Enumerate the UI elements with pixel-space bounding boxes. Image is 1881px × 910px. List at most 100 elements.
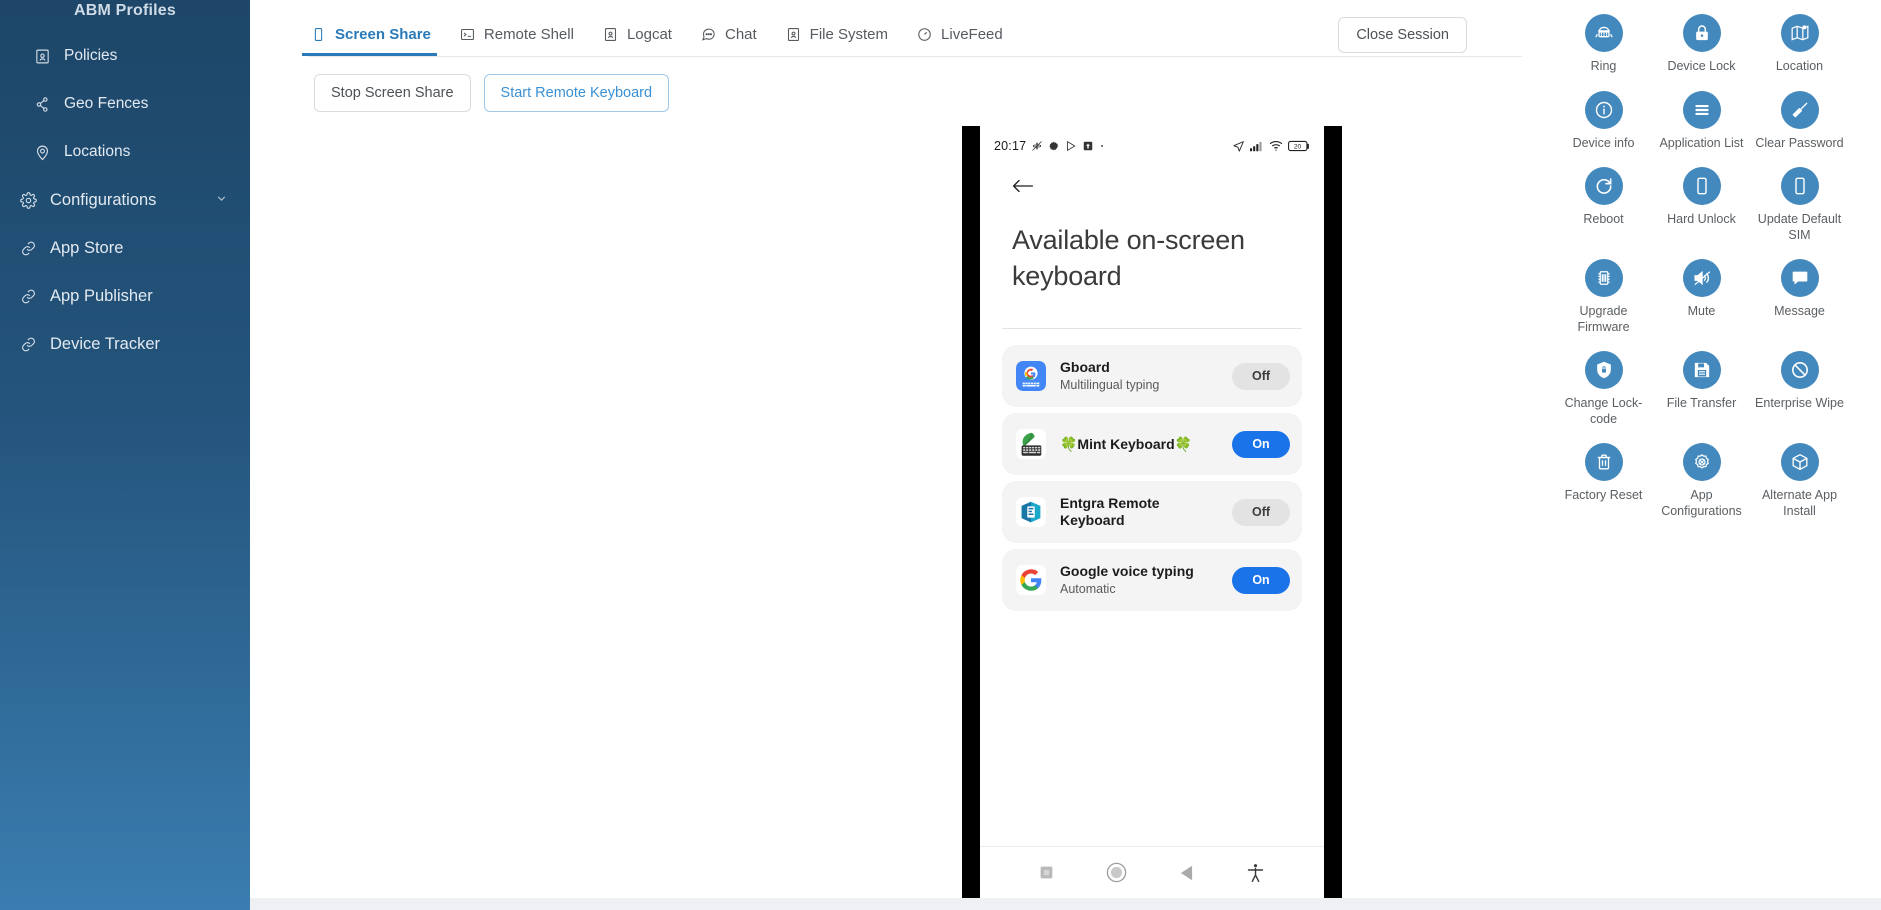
action-message[interactable]: Message [1753, 259, 1847, 335]
close-session-button[interactable]: Close Session [1338, 17, 1467, 53]
keyboard-toggle[interactable]: Off [1232, 498, 1290, 526]
action-app-configurations[interactable]: App Configurations [1655, 443, 1749, 519]
status-dot [1101, 145, 1104, 147]
action-file-transfer[interactable]: File Transfer [1655, 351, 1749, 427]
action-device-info[interactable]: Device info [1557, 90, 1651, 152]
battery-icon: 20 [1288, 140, 1310, 152]
action-label: Device info [1572, 135, 1635, 150]
sidebar: ABM Profiles Policies Geo Fences Locatio… [0, 0, 250, 910]
action-ring[interactable]: Ring [1557, 14, 1651, 75]
screen-share-controls: Stop Screen Share Start Remote Keyboard [250, 56, 1522, 112]
back-triangle-icon[interactable] [1179, 865, 1194, 881]
recents-square-icon[interactable] [1040, 866, 1053, 879]
action-device-lock[interactable]: Device Lock [1655, 14, 1749, 75]
action-alternate-app-install[interactable]: Alternate App Install [1753, 443, 1847, 519]
sidebar-item-device-tracker[interactable]: Device Tracker [0, 320, 250, 368]
device-actions-grid: Ring Device Lock Location Device info Ap… [1557, 14, 1847, 519]
action-label: Ring [1590, 59, 1617, 73]
action-mute[interactable]: Mute [1655, 259, 1749, 335]
action-label: Reboot [1583, 212, 1624, 226]
tab-label: Screen Share [335, 26, 431, 43]
action-label: Location [1775, 59, 1824, 73]
sidebar-header: ABM Profiles [74, 2, 176, 19]
list-item[interactable]: 🍀Mint Keyboard🍀 On [1002, 413, 1302, 475]
device-actions-panel: Ring Device Lock Location Device info Ap… [1522, 0, 1881, 898]
gear-icon [1048, 140, 1060, 152]
keyboard-texts: Entgra Remote Keyboard [1060, 495, 1218, 529]
tab-logcat[interactable]: Logcat [600, 26, 688, 56]
action-reboot[interactable]: Reboot [1557, 167, 1651, 243]
phone-status-bar: 20:17 20 [980, 133, 1324, 159]
list-item[interactable]: Gboard Multilingual typing Off [1002, 345, 1302, 407]
arrow-left-icon [1012, 179, 1034, 199]
tab-file-system[interactable]: File System [783, 26, 904, 56]
battery-level-text: 20 [1294, 144, 1302, 151]
sidebar-item-geo-fences[interactable]: Geo Fences [0, 80, 250, 128]
tab-label: Remote Shell [483, 26, 574, 43]
phone-back-button[interactable] [980, 159, 1324, 200]
action-hard-unlock[interactable]: Hard Unlock [1655, 167, 1749, 243]
home-circle-icon[interactable] [1106, 862, 1127, 883]
gear-x-icon [1682, 443, 1721, 481]
action-location[interactable]: Location [1753, 14, 1847, 75]
link-icon [18, 238, 38, 258]
sidebar-items: Policies Geo Fences Locations Configurat… [0, 32, 250, 368]
action-label: Clear Password [1755, 135, 1844, 150]
sidebar-item-label: App Store [50, 238, 124, 257]
message-icon [1780, 259, 1819, 297]
no-vibrate-icon [1031, 140, 1043, 152]
action-enterprise-wipe[interactable]: Enterprise Wipe [1753, 351, 1847, 427]
action-label: Alternate App Install [1761, 488, 1838, 518]
action-label: File Transfer [1666, 396, 1737, 410]
tab-livefeed[interactable]: LiveFeed [914, 26, 1019, 56]
action-factory-reset[interactable]: Factory Reset [1557, 443, 1651, 519]
mobile-icon [1780, 167, 1819, 205]
action-application-list[interactable]: Application List [1655, 90, 1749, 152]
info-icon [1584, 90, 1623, 129]
ring-phone-icon [1584, 14, 1623, 52]
sidebar-item-app-store[interactable]: App Store [0, 224, 250, 272]
sidebar-item-app-publisher[interactable]: App Publisher [0, 272, 250, 320]
chevron-down-icon[interactable] [215, 191, 228, 210]
link-icon [18, 334, 38, 354]
tab-chat[interactable]: Chat [698, 26, 773, 56]
list-item[interactable]: Google voice typing Automatic On [1002, 549, 1302, 611]
play-store-icon [1065, 140, 1077, 152]
status-bar-time: 20:17 [994, 139, 1027, 153]
location-pin-icon [32, 142, 52, 162]
sidebar-item-policies[interactable]: Policies [0, 32, 250, 80]
action-update-default-sim[interactable]: Update Default SIM [1753, 167, 1847, 243]
keyboard-texts: 🍀Mint Keyboard🍀 [1060, 436, 1218, 453]
tab-label: Chat [724, 26, 757, 43]
tab-screen-share[interactable]: Screen Share [302, 26, 447, 56]
mobile-icon [1682, 167, 1721, 205]
sidebar-item-label: App Publisher [50, 286, 153, 305]
stop-screen-share-button[interactable]: Stop Screen Share [314, 74, 471, 112]
content-area: Screen Share Remote Shell Logcat Chat Fi… [250, 0, 1881, 910]
action-clear-password[interactable]: Clear Password [1753, 90, 1847, 152]
list-icon [1682, 90, 1721, 129]
start-remote-keyboard-button[interactable]: Start Remote Keyboard [483, 74, 670, 112]
keyboard-subtitle: Multilingual typing [1060, 378, 1160, 392]
upload-icon [1082, 140, 1094, 152]
accessibility-icon[interactable] [1247, 863, 1264, 883]
action-upgrade-firmware[interactable]: Upgrade Firmware [1557, 259, 1651, 335]
box-icon [1780, 443, 1819, 481]
sidebar-item-label: Geo Fences [64, 95, 149, 112]
sidebar-item-locations[interactable]: Locations [0, 128, 250, 176]
list-item[interactable]: Entgra Remote Keyboard Off [1002, 481, 1302, 543]
gear-icon [18, 190, 38, 210]
sidebar-item-configurations[interactable]: Configurations [0, 176, 250, 224]
keyboard-toggle[interactable]: On [1232, 430, 1290, 458]
keyboard-toggle[interactable]: On [1232, 566, 1290, 594]
phone-screen[interactable]: 20:17 20 Available on-screen keyboard Gb… [980, 126, 1324, 898]
sidebar-item-label: Device Tracker [50, 334, 161, 353]
tab-remote-shell[interactable]: Remote Shell [457, 26, 590, 56]
keyboard-subtitle: Automatic [1060, 582, 1116, 596]
keyboard-texts: Gboard Multilingual typing [1060, 359, 1218, 393]
action-label: Message [1774, 304, 1825, 318]
action-change-lock-code[interactable]: Change Lock-code [1557, 351, 1651, 427]
action-label: Factory Reset [1564, 488, 1643, 502]
keyboard-toggle[interactable]: Off [1232, 362, 1290, 390]
google-icon [1016, 565, 1046, 595]
